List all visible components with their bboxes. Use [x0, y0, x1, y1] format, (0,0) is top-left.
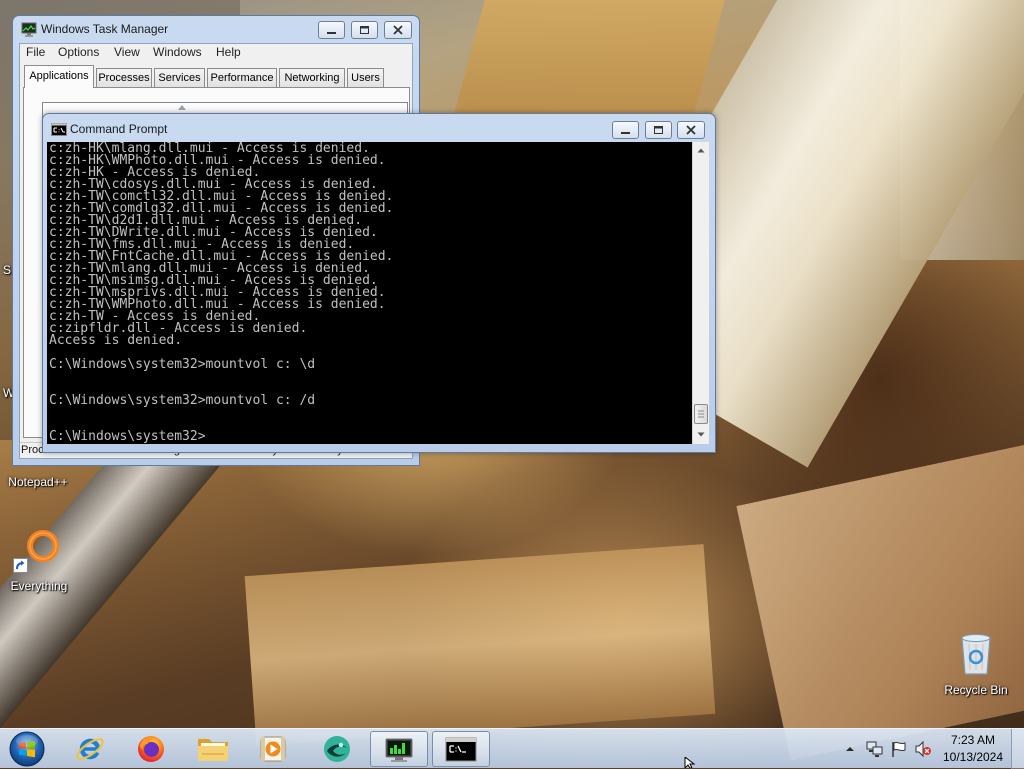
- close-button[interactable]: [677, 121, 705, 139]
- minimize-icon: [327, 32, 336, 34]
- console-scrollbar[interactable]: [692, 142, 709, 444]
- menu-view[interactable]: View: [114, 44, 140, 60]
- close-icon: [393, 25, 403, 35]
- internet-explorer-icon[interactable]: [74, 733, 106, 765]
- maximize-button[interactable]: [645, 121, 672, 139]
- action-center-flag-icon[interactable]: [890, 740, 908, 758]
- scroll-up-arrow-icon[interactable]: [693, 142, 709, 159]
- command-prompt-window[interactable]: Command Prompt c:zh-HK\mlang.dll.mui - A…: [42, 113, 716, 453]
- teal-app-icon[interactable]: [321, 733, 353, 765]
- maximize-icon: [360, 26, 369, 34]
- console-line: Access is denied.: [49, 333, 183, 348]
- minimize-button[interactable]: [612, 121, 639, 139]
- maximize-button[interactable]: [351, 21, 378, 39]
- file-explorer-icon[interactable]: [196, 734, 230, 764]
- scroll-down-arrow-icon[interactable]: [693, 426, 709, 443]
- menu-options[interactable]: Options: [58, 44, 99, 60]
- menu-help[interactable]: Help: [216, 44, 241, 60]
- tab-applications[interactable]: Applications: [24, 65, 94, 88]
- tab-networking[interactable]: Networking: [279, 68, 345, 87]
- tab-services[interactable]: Services: [154, 68, 205, 87]
- taskbar-button-command-prompt[interactable]: [432, 731, 490, 767]
- scroll-thumb[interactable]: [694, 404, 708, 424]
- windows-start-orb-icon[interactable]: [8, 730, 46, 768]
- recycle-bin-icon: [961, 634, 991, 675]
- scroll-grip-icon: [698, 410, 704, 418]
- taskbar-clock[interactable]: 7:23 AM 10/13/2024: [938, 732, 1008, 766]
- maximize-icon: [654, 126, 663, 134]
- tab-processes[interactable]: Processes: [96, 68, 152, 87]
- desktop-icon-notepadpp-label[interactable]: Notepad++: [4, 475, 72, 489]
- task-manager-title: Windows Task Manager: [41, 22, 169, 36]
- mouse-cursor-icon: [684, 757, 696, 768]
- close-button[interactable]: [384, 21, 412, 39]
- minimize-icon: [621, 132, 630, 134]
- shortcut-arrow-icon: [13, 558, 28, 573]
- show-desktop-button[interactable]: [1011, 729, 1024, 769]
- task-manager-icon: [385, 738, 413, 762]
- command-prompt-icon: [445, 737, 477, 762]
- speaker-muted-icon[interactable]: [914, 740, 932, 758]
- everything-search-icon: [27, 530, 59, 562]
- console-output[interactable]: c:zh-HK\mlang.dll.mui - Access is denied…: [47, 142, 692, 444]
- desktop-icon-everything[interactable]: Everything: [5, 526, 75, 596]
- console-line: C:\Windows\system32>mountvol c: \d: [49, 357, 316, 372]
- desktop-icon-recycle-bin-label: Recycle Bin: [944, 683, 1008, 697]
- clock-date: 10/13/2024: [942, 750, 1004, 764]
- desktop-icon-recycle-bin[interactable]: Recycle Bin: [940, 630, 1012, 700]
- tab-users[interactable]: Users: [347, 68, 384, 87]
- show-hidden-icons-arrow-icon[interactable]: [844, 743, 856, 755]
- taskbar: 7:23 AM 10/13/2024: [0, 728, 1024, 769]
- menu-windows[interactable]: Windows: [153, 44, 202, 60]
- taskbar-button-task-manager[interactable]: [370, 731, 428, 767]
- task-manager-title-icon: [21, 22, 37, 37]
- media-player-icon[interactable]: [257, 733, 289, 765]
- command-prompt-title-icon: [51, 123, 67, 136]
- desktop-icon-everything-label: Everything: [10, 579, 68, 593]
- command-prompt-title: Command Prompt: [70, 122, 168, 136]
- minimize-button[interactable]: [318, 21, 345, 39]
- sort-arrow-icon: [178, 105, 186, 110]
- firefox-icon[interactable]: [135, 733, 167, 765]
- console-prompt-line[interactable]: C:\Windows\system32>: [49, 430, 692, 443]
- console-line: C:\Windows\system32>mountvol c: /d: [49, 393, 316, 408]
- menu-file[interactable]: File: [26, 44, 45, 60]
- desktop-partial-label[interactable]: S: [3, 263, 11, 277]
- tab-performance[interactable]: Performance: [207, 68, 277, 87]
- close-icon: [686, 125, 696, 135]
- clock-time: 7:23 AM: [950, 733, 996, 747]
- network-icon[interactable]: [866, 740, 884, 758]
